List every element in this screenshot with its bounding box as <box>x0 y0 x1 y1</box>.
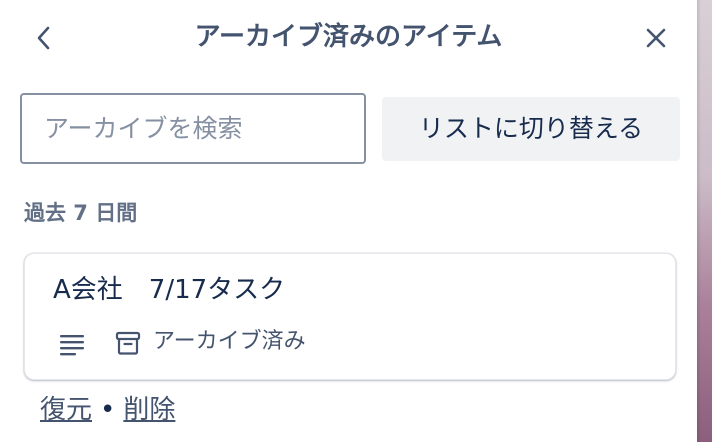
close-button[interactable] <box>638 20 674 56</box>
switch-to-lists-button[interactable]: リストに切り替える <box>382 97 680 161</box>
restore-link[interactable]: 復元 <box>40 395 92 425</box>
close-icon <box>646 28 666 48</box>
app-viewport: アーカイブ済みのアイテム リストに切り替える 過去 7 日間 A会社 7/17タ… <box>0 0 712 442</box>
background-board-edge <box>697 0 712 442</box>
card-title: A会社 7/17タスク <box>53 275 286 305</box>
archived-card[interactable]: A会社 7/17タスク アーカイブ済み <box>24 253 676 380</box>
archive-search-field[interactable] <box>20 93 366 164</box>
archive-search-input[interactable] <box>22 95 364 162</box>
panel-header: アーカイブ済みのアイテム <box>0 0 697 76</box>
description-icon <box>60 335 84 356</box>
archived-items-panel: アーカイブ済みのアイテム リストに切り替える 過去 7 日間 A会社 7/17タ… <box>0 0 697 442</box>
action-separator: • <box>100 395 116 425</box>
delete-link[interactable]: 削除 <box>123 395 175 425</box>
section-heading-last-7-days: 過去 7 日間 <box>24 201 138 225</box>
card-actions: 復元 • 削除 <box>40 390 175 430</box>
archive-icon <box>115 331 141 355</box>
archived-badge-label: アーカイブ済み <box>153 329 306 354</box>
panel-title: アーカイブ済みのアイテム <box>194 22 503 52</box>
